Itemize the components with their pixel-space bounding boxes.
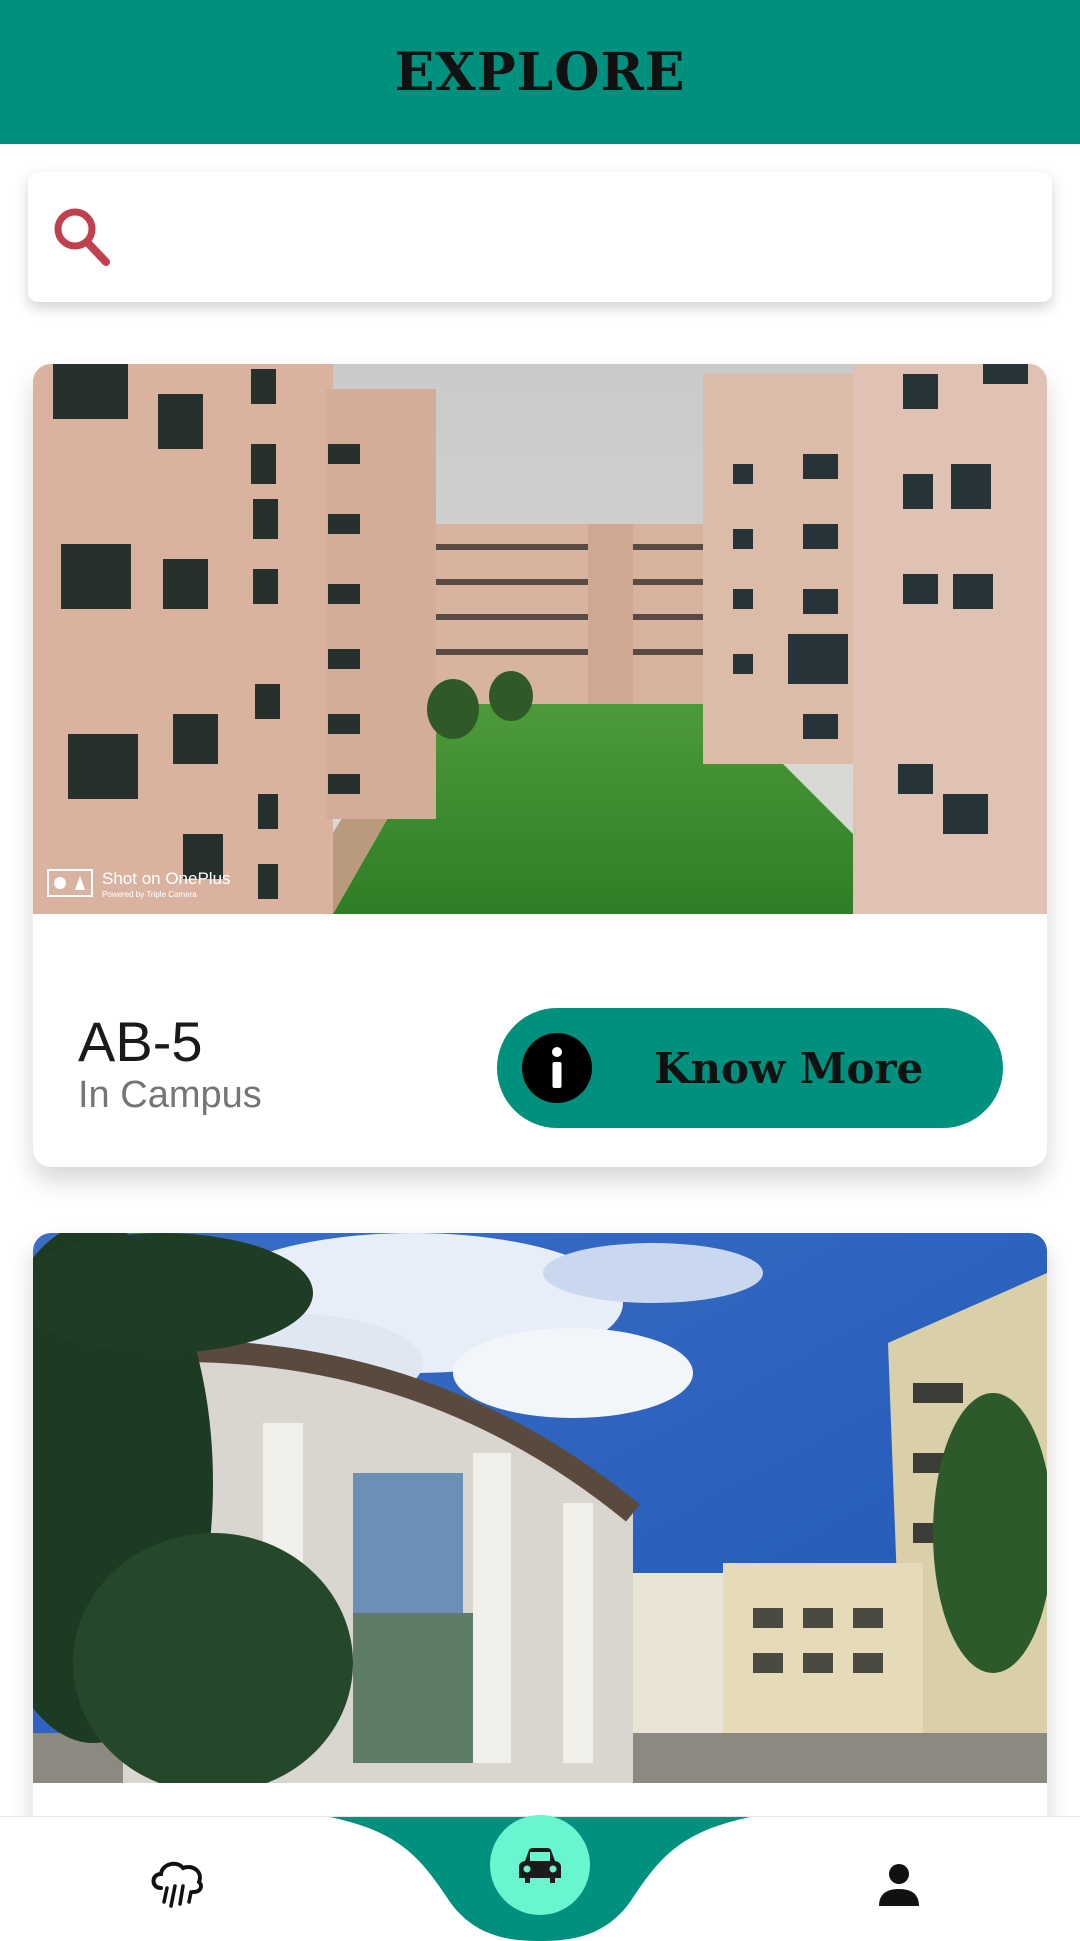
photo-watermark-sub: Powered by Triple Camera [102, 890, 197, 899]
card-info: AB-5 In Campus Know More [33, 914, 1047, 1167]
car-icon [519, 1848, 561, 1883]
page-title: EXPLORE [394, 41, 686, 103]
know-more-button[interactable]: Know More [497, 1008, 1003, 1128]
place-title: AB-5 [78, 1010, 203, 1073]
search-icon[interactable] [48, 202, 118, 272]
place-card[interactable]: Shot on OnePlus Powered by Triple Camera… [33, 364, 1047, 1167]
info-icon [522, 1033, 592, 1103]
know-more-label: Know More [654, 1043, 924, 1093]
app-bar: EXPLORE [0, 0, 1080, 144]
place-location: In Campus [78, 1074, 262, 1116]
photo-watermark: Shot on OnePlus [102, 869, 231, 888]
place-card[interactable] [33, 1233, 1047, 1853]
place-photo: Shot on OnePlus Powered by Triple Camera [33, 364, 1047, 914]
search-input[interactable] [138, 172, 1052, 302]
weather-icon[interactable] [147, 1858, 207, 1908]
car-nav-button[interactable] [490, 1815, 590, 1915]
place-photo [33, 1233, 1047, 1783]
person-icon[interactable] [876, 1862, 922, 1908]
search-bar[interactable] [28, 172, 1052, 302]
